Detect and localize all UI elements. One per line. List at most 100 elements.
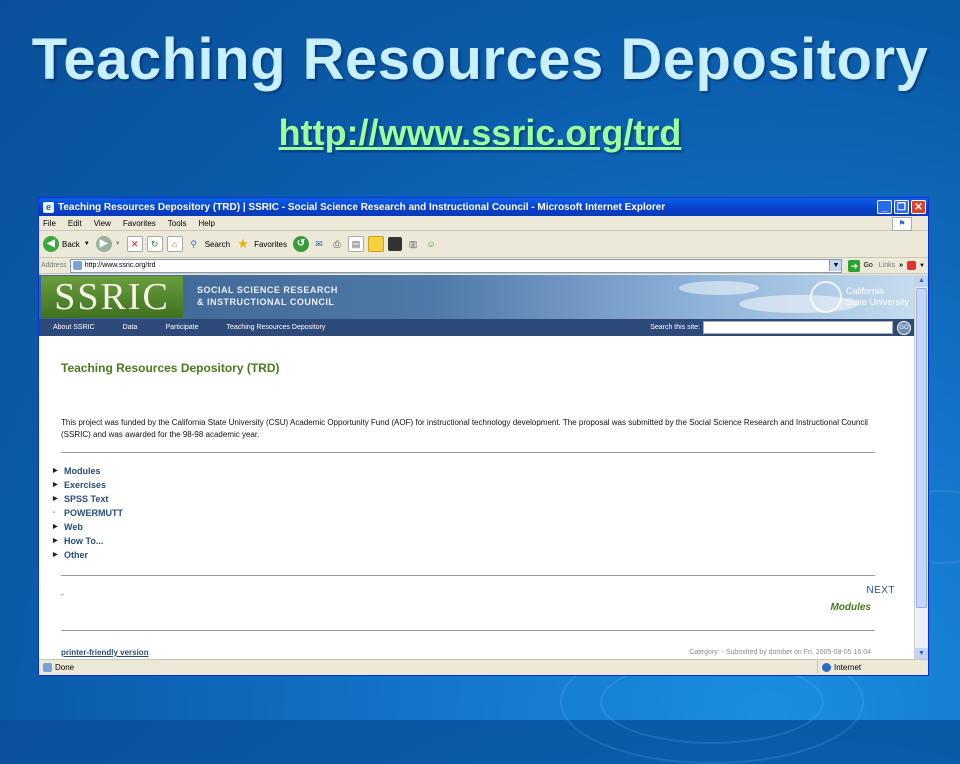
link-spss-text[interactable]: SPSS Text (64, 492, 108, 506)
site-banner: SSRIC SOCIAL SCIENCE RESEARCH & INSTRUCT… (39, 275, 915, 319)
next-link-modules[interactable]: Modules (830, 602, 871, 613)
ie-icon: e (43, 201, 54, 213)
favorites-button[interactable]: ★ Favorites (236, 237, 287, 251)
csu-name: California State University (846, 286, 909, 308)
link-powermutt[interactable]: POWERMUTT (64, 506, 123, 520)
org-name-line1: SOCIAL SCIENCE RESEARCH (197, 285, 338, 295)
chevron-down-icon[interactable]: ▼ (115, 241, 121, 247)
cloud-decoration (679, 281, 759, 295)
link-how-to[interactable]: How To... (64, 534, 103, 548)
media-icon[interactable] (387, 237, 402, 251)
back-label: Back (62, 239, 80, 249)
nav-participate[interactable]: Participate (151, 324, 212, 331)
links-label[interactable]: Links (879, 262, 895, 269)
address-bar: Address http://www.ssric.org/trd ▼ ➜ Go … (39, 258, 928, 274)
resource-list: ▶ Modules ▶ Exercises ▶ SPSS Text ▫ POWERMUT… (53, 464, 123, 562)
status-done: Done (39, 663, 817, 672)
printer-friendly-link[interactable]: printer-friendly version (61, 648, 149, 657)
back-button[interactable]: ◀ Back ▼ (43, 236, 90, 252)
menu-file[interactable]: File (43, 219, 56, 228)
folder-icon[interactable] (367, 236, 384, 252)
menu-help[interactable]: Help (198, 219, 214, 228)
chevron-right-icon[interactable]: » (899, 262, 903, 269)
menu-tools[interactable]: Tools (168, 219, 187, 228)
minimize-button[interactable]: _ (877, 200, 892, 214)
csu-logo[interactable]: California State University (809, 281, 909, 313)
list-item[interactable]: ▶ Web (53, 520, 123, 534)
back-arrow-icon: ◀ (43, 236, 59, 252)
page-done-icon (43, 663, 52, 672)
site-nav: About SSRIC Data Participate Teaching Re… (39, 319, 915, 336)
list-item[interactable]: ▶ How To... (53, 534, 123, 548)
window-title: Teaching Resources Depository (TRD) | SS… (58, 201, 666, 213)
forward-button[interactable]: ▶ ▼ (95, 236, 121, 252)
slide-title: Teaching Resources Depository (31, 27, 929, 92)
chevron-down-icon[interactable]: ▼ (829, 259, 842, 271)
chevron-down-icon[interactable]: ▼ (84, 241, 90, 247)
list-item[interactable]: ▶ Other (53, 548, 123, 562)
messenger-icon[interactable]: ☺ (424, 237, 438, 251)
home-icon[interactable]: ⌂ (166, 236, 183, 252)
nav-about-ssric[interactable]: About SSRIC (39, 324, 109, 331)
link-web[interactable]: Web (64, 520, 83, 534)
org-name-line2: & INSTRUCTIONAL COUNCIL (197, 297, 335, 307)
mail-icon[interactable]: ✉ (312, 237, 326, 251)
triangle-bullet-icon: ▶ (53, 552, 58, 558)
page-icon (72, 261, 82, 270)
globe-icon (822, 663, 831, 672)
nav-trd[interactable]: Teaching Resources Depository (213, 324, 340, 331)
address-label: Address (41, 262, 67, 269)
toolbar: ◀ Back ▼ ▶ ▼ ✕ ↻ ⌂ ⚲ Search ★ Favorites … (39, 231, 928, 258)
scrollbar-thumb[interactable] (916, 288, 927, 608)
edit-icon[interactable]: ▤ (347, 236, 364, 252)
site-search-input[interactable] (703, 321, 893, 334)
scroll-up-icon[interactable]: ▲ (915, 275, 928, 287)
list-item[interactable]: ▶ Exercises (53, 478, 123, 492)
go-button[interactable]: ➜ Go (848, 259, 873, 272)
restore-button[interactable]: ❐ (894, 200, 909, 214)
menu-view[interactable]: View (94, 219, 111, 228)
menu-favorites[interactable]: Favorites (123, 219, 156, 228)
search-button[interactable]: ⚲ Search (187, 237, 230, 251)
triangle-bullet-icon: ▶ (53, 482, 58, 488)
search-label: Search (204, 239, 231, 249)
list-item[interactable]: ▶ SPSS Text (53, 492, 123, 506)
menu-bar: File Edit View Favorites Tools Help ⚑ (39, 216, 928, 231)
link-other[interactable]: Other (64, 548, 88, 562)
star-icon: ★ (237, 236, 249, 251)
ssric-logo[interactable]: SSRIC (41, 276, 183, 318)
csu-seal-icon (809, 281, 842, 313)
browser-window: e Teaching Resources Depository (TRD) | … (38, 197, 929, 676)
address-value: http://www.ssric.org/trd (84, 262, 156, 269)
window-titlebar[interactable]: e Teaching Resources Depository (TRD) | … (39, 198, 928, 216)
link-modules[interactable]: Modules (64, 464, 101, 478)
intro-paragraph: This project was funded by the Californi… (61, 418, 868, 439)
triangle-bullet-icon: ▶ (53, 468, 58, 474)
menu-edit[interactable]: Edit (68, 219, 82, 228)
extension-icon[interactable] (907, 261, 917, 270)
next-label[interactable]: NEXT (866, 585, 895, 596)
nav-data[interactable]: Data (109, 324, 152, 331)
print-icon[interactable]: ⎙ (330, 237, 344, 251)
divider (61, 575, 875, 576)
chevron-down-icon[interactable]: ▼ (919, 263, 925, 269)
slide-url-link[interactable]: http://www.ssric.org/trd (0, 112, 960, 154)
list-item[interactable]: ▫ POWERMUTT (53, 506, 123, 520)
research-icon[interactable]: ▥ (406, 237, 420, 251)
close-button[interactable]: ✕ (911, 200, 926, 214)
search-icon: ⚲ (190, 239, 197, 249)
go-label: Go (863, 262, 873, 269)
divider (61, 452, 875, 453)
link-exercises[interactable]: Exercises (64, 478, 106, 492)
org-name: SOCIAL SCIENCE RESEARCH & INSTRUCTIONAL … (197, 284, 338, 308)
stop-icon[interactable]: ✕ (126, 236, 143, 252)
site-search-label: Search this site: (650, 324, 700, 331)
history-icon[interactable]: ↺ (292, 236, 309, 252)
site-search-go-button[interactable]: GO (897, 320, 911, 335)
vertical-scrollbar[interactable]: ▲ ▼ (914, 275, 928, 660)
zone-text: Internet (834, 663, 862, 672)
prev-placeholder: - (61, 590, 64, 599)
list-item[interactable]: ▶ Modules (53, 464, 123, 478)
refresh-icon[interactable]: ↻ (146, 236, 163, 252)
address-input[interactable]: http://www.ssric.org/trd ▼ (69, 258, 843, 273)
